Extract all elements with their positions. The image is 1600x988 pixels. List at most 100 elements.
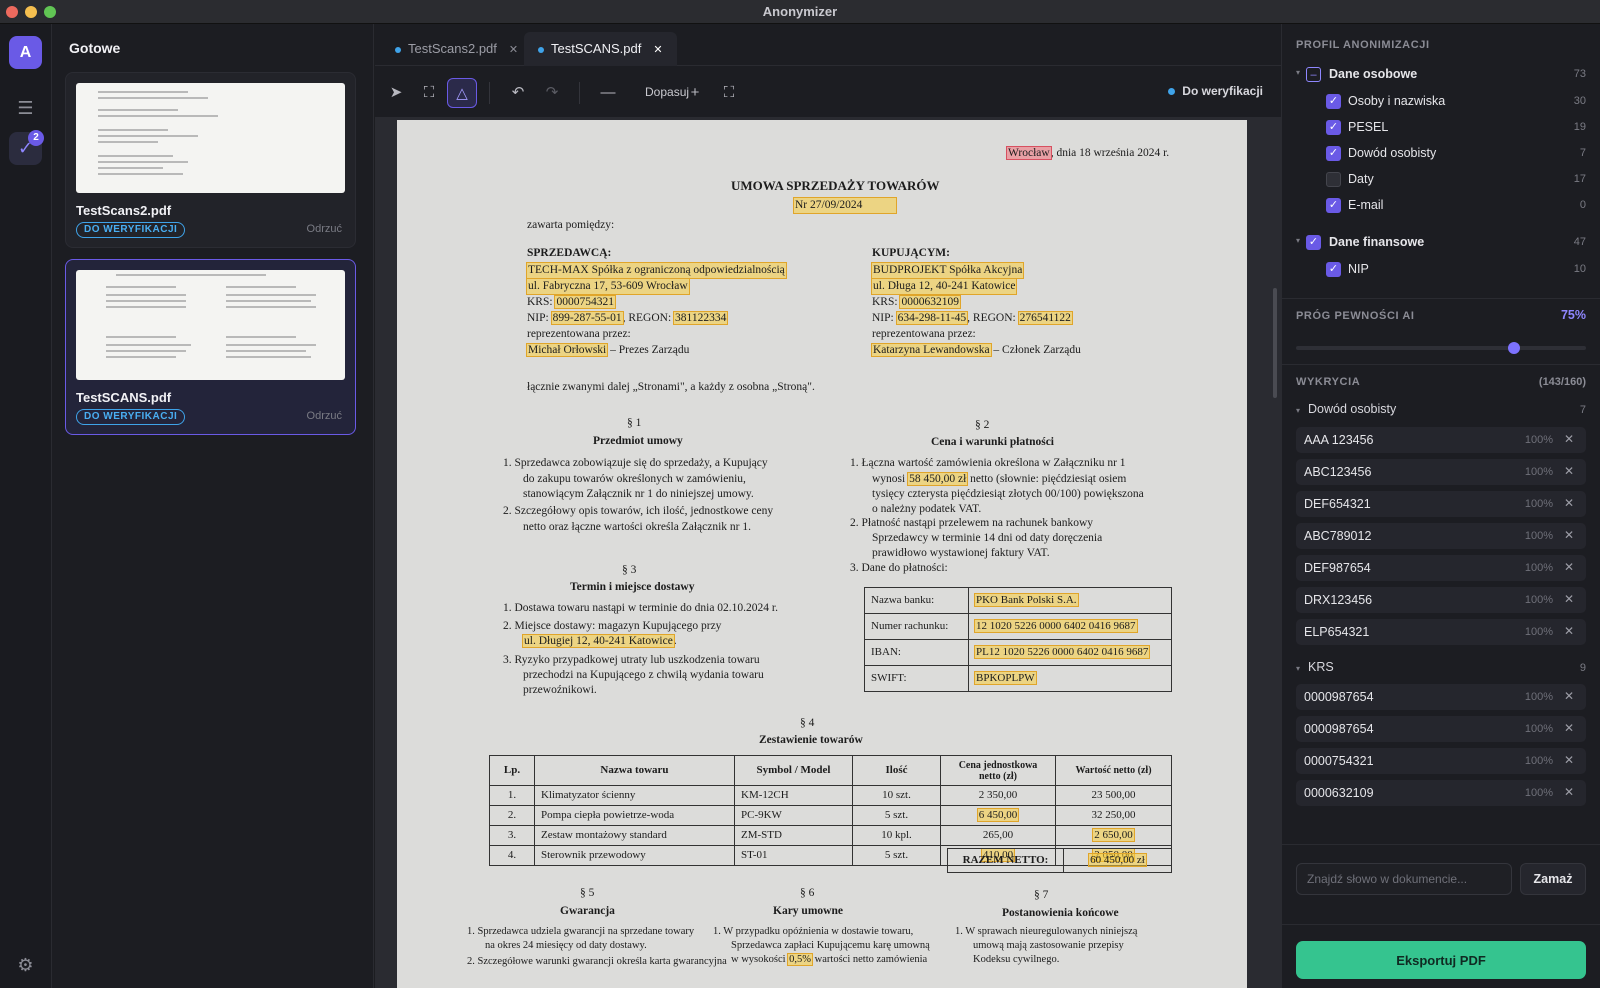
remove-icon[interactable]: ✕ (1564, 432, 1574, 446)
tab-testscans[interactable]: TestSCANS.pdf ✕ (524, 32, 677, 66)
viewer-scrollbar[interactable] (1273, 288, 1277, 398)
remove-icon[interactable]: ✕ (1564, 528, 1574, 542)
remove-icon[interactable]: ✕ (1564, 753, 1574, 767)
checkbox[interactable]: ✓ (1326, 146, 1341, 161)
fullscreen-icon[interactable]: ⛶ (714, 78, 744, 108)
text-line: przechodzi na Kupującego z chwilą wydani… (523, 669, 764, 681)
gear-icon[interactable]: ⚙ (9, 949, 42, 982)
checkbox-partial[interactable]: – (1306, 67, 1321, 82)
category-pesel[interactable]: ✓ PESEL 19 (1296, 115, 1586, 141)
detection-group-id[interactable]: ▾ Dowód osobisty 7 (1296, 402, 1586, 422)
divider (1282, 364, 1600, 365)
threshold-value: 75% (1560, 308, 1586, 322)
detection-item[interactable]: DEF987654 100% ✕ (1296, 555, 1586, 581)
section-title: Przedmiot umowy (593, 435, 683, 447)
export-pdf-button[interactable]: Eksportuj PDF (1296, 941, 1586, 979)
category-email[interactable]: ✓ E-mail 0 (1296, 193, 1586, 219)
chevron-down-icon[interactable]: ▾ (1296, 68, 1300, 77)
verification-status: Do weryfikacji (1168, 84, 1263, 98)
document-viewer[interactable]: Wrocław, dnia 18 września 2024 r. UMOWA … (375, 118, 1281, 988)
detection-item[interactable]: 0000632109 100% ✕ (1296, 780, 1586, 806)
date-line: Wrocław, dnia 18 września 2024 r. (1006, 146, 1170, 160)
chevron-down-icon: ▾ (1296, 664, 1301, 673)
select-area-icon[interactable]: ⛶ (414, 78, 444, 108)
dot-icon (538, 46, 544, 53)
section-number: § 2 (975, 419, 990, 431)
category-persons[interactable]: ✓ Osoby i nazwiska 30 (1296, 89, 1586, 115)
text-line: prawidłowo wystawionej faktury VAT. (872, 547, 1050, 559)
detection-item[interactable]: DRX123456 100% ✕ (1296, 587, 1586, 613)
avatar[interactable]: A (9, 36, 42, 69)
zoom-out-icon[interactable]: — (593, 78, 623, 108)
checkbox[interactable]: ✓ (1306, 235, 1321, 250)
remove-icon[interactable]: ✕ (1564, 592, 1574, 606)
text-line: 1. W sprawach nieuregulowanych niniejszą (955, 926, 1138, 937)
close-icon[interactable]: ✕ (653, 44, 662, 56)
file-card[interactable]: TestSCANS.pdf DO WERYFIKACJI Odrzuć (65, 259, 356, 435)
detections-heading: WYKRYCIA (1296, 376, 1361, 388)
text-line: ul. Długiej 12, 40-241 Katowice. (522, 634, 677, 648)
eraser-icon[interactable]: △ (447, 78, 477, 108)
checkbox[interactable]: ✓ (1326, 94, 1341, 109)
undo-icon[interactable]: ↶ (503, 78, 533, 108)
reject-button[interactable]: Odrzuć (307, 223, 342, 235)
text-line: umową mają zastosowanie przepisy (973, 940, 1124, 951)
seller-name: TECH-MAX Spółka z ograniczoną odpowiedzi… (526, 262, 787, 279)
divider (1282, 924, 1600, 925)
divider (1282, 298, 1600, 299)
category-id-card[interactable]: ✓ Dowód osobisty 7 (1296, 141, 1586, 167)
detection-item[interactable]: 0000987654 100% ✕ (1296, 716, 1586, 742)
group-personal-data[interactable]: ▾ – Dane osobowe 73 (1296, 62, 1586, 88)
detection-group-krs[interactable]: ▾ KRS 9 (1296, 660, 1586, 680)
text-line: reprezentowana przez: (872, 328, 976, 340)
zoom-in-icon[interactable]: + (680, 78, 710, 108)
seller-rep: Michał Orłowski – Prezes Zarządu (525, 343, 690, 357)
detection-item[interactable]: DEF654321 100% ✕ (1296, 491, 1586, 517)
redo-icon[interactable]: ↷ (537, 78, 567, 108)
category-dates[interactable]: Daty 17 (1296, 167, 1586, 193)
chevron-down-icon[interactable]: ▾ (1296, 236, 1300, 245)
document-page: Wrocław, dnia 18 września 2024 r. UMOWA … (397, 120, 1247, 988)
detection-item[interactable]: ABC123456 100% ✕ (1296, 459, 1586, 485)
mask-button[interactable]: Zamaż (1520, 863, 1586, 895)
category-nip[interactable]: ✓ NIP 10 (1296, 257, 1586, 283)
checkbox[interactable]: ✓ (1326, 198, 1341, 213)
status-badge: DO WERYFIKACJI (76, 222, 186, 238)
detection-item[interactable]: AAA 123456 100% ✕ (1296, 427, 1586, 453)
file-card[interactable]: TestScans2.pdf DO WERYFIKACJI Odrzuć (65, 72, 356, 248)
text-line: 2. Szczegółowe warunki gwarancji określa… (467, 956, 727, 967)
text-line: 2. Miejsce dostawy: magazyn Kupującego p… (503, 620, 722, 632)
pointer-icon[interactable]: ➤ (381, 78, 411, 108)
text-line: 1. Sprzedawca udziela gwarancji na sprze… (467, 926, 695, 937)
checkbox[interactable]: ✓ (1326, 120, 1341, 135)
threshold-slider[interactable] (1296, 342, 1586, 354)
checkbox[interactable] (1326, 172, 1341, 187)
buyer-rep: Katarzyna Lewandowska – Członek Zarządu (871, 343, 1081, 357)
detection-item[interactable]: 0000754321 100% ✕ (1296, 748, 1586, 774)
list-icon[interactable]: ☰ (9, 92, 42, 125)
text-line: 1. Dostawa towaru nastąpi w terminie do … (503, 602, 778, 614)
section-number: § 5 (580, 887, 595, 899)
detection-item[interactable]: ELP654321 100% ✕ (1296, 619, 1586, 645)
remove-icon[interactable]: ✕ (1564, 560, 1574, 574)
group-financial-data[interactable]: ▾ ✓ Dane finansowe 47 (1296, 230, 1586, 256)
tab-testscans2[interactable]: TestScans2.pdf ✕ (381, 32, 532, 66)
remove-icon[interactable]: ✕ (1564, 464, 1574, 478)
checkmark-icon[interactable]: ✓ 2 (9, 130, 44, 165)
search-input[interactable] (1296, 863, 1512, 895)
detection-item[interactable]: ABC789012 100% ✕ (1296, 523, 1586, 549)
reject-button[interactable]: Odrzuć (307, 410, 342, 422)
remove-icon[interactable]: ✕ (1564, 496, 1574, 510)
slider-knob[interactable] (1507, 342, 1520, 354)
detection-item[interactable]: 0000987654 100% ✕ (1296, 684, 1586, 710)
remove-icon[interactable]: ✕ (1564, 624, 1574, 638)
remove-icon[interactable]: ✕ (1564, 721, 1574, 735)
close-icon[interactable]: ✕ (509, 44, 518, 56)
text-line: 2. Szczegółowy opis towarów, ich ilość, … (503, 505, 774, 517)
checkbox[interactable]: ✓ (1326, 262, 1341, 277)
text-line: 3. Ryzyko przypadkowej utraty lub uszkod… (503, 654, 760, 666)
section-title: Termin i miejsce dostawy (570, 581, 695, 593)
remove-icon[interactable]: ✕ (1564, 785, 1574, 799)
remove-icon[interactable]: ✕ (1564, 689, 1574, 703)
file-name: TestScans2.pdf (76, 203, 172, 218)
